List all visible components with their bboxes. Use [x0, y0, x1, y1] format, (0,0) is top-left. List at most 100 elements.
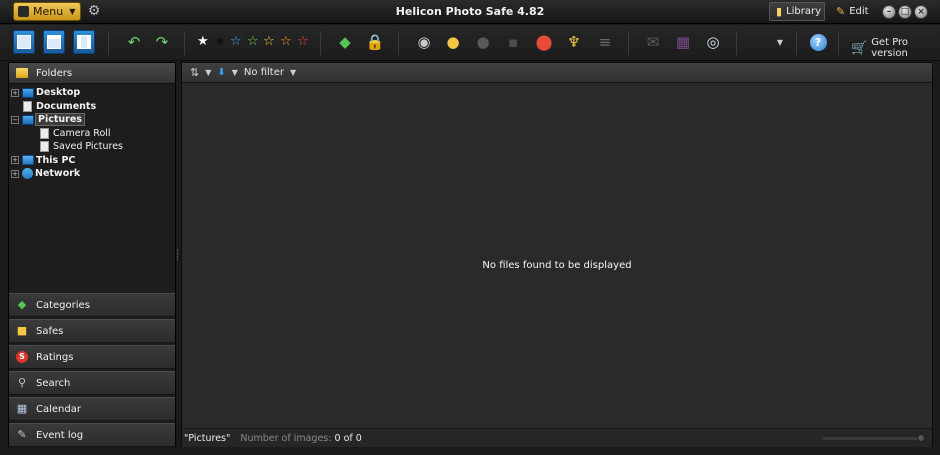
rotate-right-icon: ↷ [155, 33, 169, 51]
sidebar-section-categories[interactable]: ◆ Categories [9, 293, 175, 317]
filter-bar: ⇅ ▼ ⬇ ▼ No filter ▼ [182, 63, 932, 83]
tab-library[interactable]: ▮ Library [769, 2, 825, 21]
sidebar-section-ratings[interactable]: S Ratings [9, 345, 175, 369]
toolbar-divider [184, 31, 185, 55]
map-pin-icon: ⬤ [535, 33, 553, 51]
folders-label: Folders [36, 67, 73, 79]
maximize-button[interactable]: □ [898, 5, 912, 19]
view-large-icons-button[interactable] [13, 30, 35, 54]
category-button[interactable]: ◆ [333, 30, 357, 54]
layers-icon: ≡ [598, 33, 612, 51]
expand-icon[interactable]: + [11, 169, 19, 178]
sidebar-section-event-log[interactable]: ✎ Event log [9, 423, 175, 447]
folders-header[interactable]: Folders [9, 63, 175, 84]
layers-button[interactable]: ≡ [593, 30, 617, 54]
star-rating-green-icon[interactable]: ☆ [247, 35, 259, 48]
tree-node-label: Camera Roll [53, 127, 111, 139]
get-pro-button[interactable]: 🛒 Get Pro version [851, 37, 940, 59]
event-log-icon: ✎ [17, 428, 27, 441]
minimize-button[interactable]: – [882, 5, 896, 19]
details-icon [77, 35, 91, 49]
location-button[interactable]: ⬤ [532, 30, 556, 54]
tree-node-network[interactable]: + Network [11, 167, 175, 181]
toolbar-divider [838, 31, 839, 55]
tree-node-label: Network [35, 168, 81, 180]
zoom-slider[interactable] [822, 434, 925, 442]
toolbar-divider [108, 31, 109, 55]
chevron-down-icon: ▼ [776, 37, 784, 47]
zoom-slider-handle[interactable] [917, 434, 925, 442]
tree-node-documents[interactable]: Documents [11, 100, 175, 114]
sort-icon[interactable]: ⇅ [190, 66, 199, 79]
file-browser: ⇅ ▼ ⬇ ▼ No filter ▼ No files found to be… [181, 62, 933, 447]
help-button[interactable]: ? [806, 30, 830, 54]
filter-dropdown[interactable]: No filter ▼ [244, 67, 296, 78]
monitor-button[interactable]: ▪ [501, 30, 525, 54]
email-button[interactable]: ✉ [641, 30, 665, 54]
rotate-left-button[interactable]: ↶ [122, 30, 146, 54]
tools-button[interactable]: ♆ [562, 30, 586, 54]
collapse-icon[interactable]: − [11, 115, 19, 124]
book-icon: ▮ [776, 5, 783, 18]
expand-icon[interactable]: + [11, 88, 19, 97]
expand-icon[interactable]: + [11, 156, 19, 165]
toolbar-divider [736, 31, 737, 55]
sidebar-section-safes[interactable]: ■ Safes [9, 319, 175, 343]
sort-direction-icon[interactable]: ⬇ [217, 67, 225, 78]
view-details-button[interactable] [73, 30, 95, 54]
tree-node-label: Desktop [36, 87, 81, 99]
lock-button[interactable]: 🔒 [363, 30, 387, 54]
star-rating-white-icon[interactable]: ★ [197, 35, 209, 48]
tab-edit-label: Edit [849, 6, 869, 17]
star-rating-red-icon[interactable]: ☆ [297, 35, 309, 48]
camera-button[interactable]: ◉ [412, 30, 436, 54]
tab-edit[interactable]: ✎ Edit [829, 2, 873, 21]
section-label: Calendar [36, 403, 81, 415]
tree-node-label: Pictures [35, 113, 85, 127]
close-button[interactable]: × [914, 5, 928, 19]
network-icon [22, 168, 33, 180]
view-medium-icons-button[interactable] [43, 30, 65, 54]
tree-node-this-pc[interactable]: + This PC [11, 154, 175, 168]
chevron-down-icon[interactable]: ▼ [205, 68, 211, 77]
large-icons-icon [17, 35, 31, 49]
mail-icon: ✉ [646, 33, 660, 51]
chevron-down-icon[interactable]: ▼ [232, 68, 238, 77]
edit-icon: ✎ [836, 5, 846, 18]
folder-icon [16, 68, 28, 78]
file-icon [40, 127, 49, 139]
star-rating-orange-icon[interactable]: ☆ [280, 35, 292, 48]
tree-node-camera-roll[interactable]: Camera Roll [11, 127, 175, 141]
tab-library-label: Library [786, 6, 822, 17]
chevron-down-icon: ▼ [289, 68, 297, 77]
sidebar-section-calendar[interactable]: ▦ Calendar [9, 397, 175, 421]
tree-node-saved-pictures[interactable]: Saved Pictures [11, 140, 175, 154]
rotate-left-icon: ↶ [127, 33, 141, 51]
pictures-icon [22, 114, 34, 125]
medium-icons-icon [47, 35, 61, 49]
globe-button[interactable]: ● [471, 30, 495, 54]
disc-button[interactable]: ● [441, 30, 465, 54]
section-label: Categories [36, 299, 90, 311]
tree-node-pictures[interactable]: − Pictures [11, 113, 175, 127]
splitter-grip [177, 249, 179, 261]
folder-tree: + Desktop Documents − Pictures Camera Ro… [11, 86, 175, 181]
rotate-right-button[interactable]: ↷ [150, 30, 174, 54]
star-rating-blue-icon[interactable]: ☆ [230, 35, 242, 48]
sidebar-section-search[interactable]: ⚲ Search [9, 371, 175, 395]
toolbar-more-button[interactable]: ▼ [768, 30, 792, 54]
tree-node-label: This PC [36, 154, 76, 166]
help-icon: ? [809, 33, 827, 51]
tag-icon: ◆ [17, 298, 27, 311]
image-count-value: 0 of 0 [334, 432, 362, 444]
collage-button[interactable]: ▦ [671, 30, 695, 54]
empty-state-message: No files found to be displayed [482, 260, 632, 271]
file-icon [40, 141, 49, 153]
star-rating-yellow-icon[interactable]: ☆ [263, 35, 275, 48]
tree-node-desktop[interactable]: + Desktop [11, 86, 175, 100]
lock-icon: 🔒 [365, 33, 385, 51]
star-rating-black-icon[interactable]: ★ [214, 35, 226, 48]
slideshow-button[interactable]: ◎ [701, 30, 725, 54]
monitor-icon: ▪ [507, 33, 519, 51]
tree-node-label: Documents [36, 100, 97, 112]
